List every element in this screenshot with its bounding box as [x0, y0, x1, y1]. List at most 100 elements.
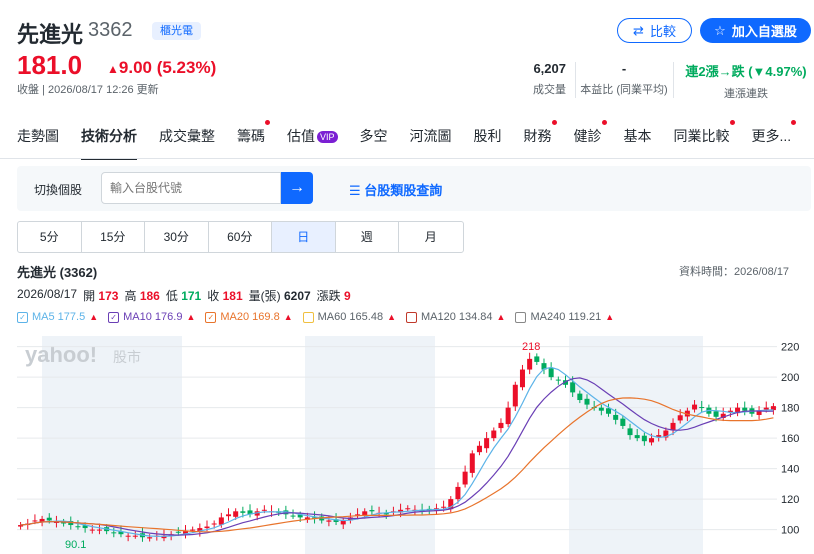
candle-body	[369, 510, 375, 512]
stock-code: 3362	[88, 19, 133, 41]
period-day[interactable]: 日	[272, 222, 336, 252]
ma60-toggle[interactable]: MA60 165.48 ▲	[302, 311, 396, 323]
candle-body	[441, 506, 447, 508]
ma20-toggle[interactable]: ✓ MA20 169.8 ▲	[205, 311, 293, 323]
nav-tabs: 走勢圖 技術分析 成交彙整 籌碼 估值 VIP 多空 河流圖 股利 財務 健診 基…	[17, 120, 813, 160]
candle-body	[692, 404, 698, 410]
current-price: 181.0	[17, 50, 83, 80]
candle-body	[147, 537, 153, 539]
candle-body	[211, 523, 217, 525]
tab-basic[interactable]: 基本	[624, 126, 652, 148]
candle-body	[204, 526, 210, 529]
stock-search-input[interactable]	[101, 172, 281, 204]
period-month[interactable]: 月	[399, 222, 463, 252]
candle-body	[455, 486, 461, 500]
chart-title: 先進光 (3362)	[17, 265, 98, 280]
streak-stat: 連2漲→跌 (▼4.97%) 連漲連跌	[685, 64, 807, 100]
vip-badge: VIP	[317, 131, 338, 144]
category-link[interactable]: ☰ 台股類股查詢	[349, 180, 442, 199]
price-change: ▲9.00 (5.23%)	[107, 58, 217, 77]
candle-body	[476, 445, 482, 453]
list-icon: ☰	[349, 183, 365, 198]
period-15min[interactable]: 15分	[82, 222, 145, 252]
period-selector: 5分 15分 30分 60分 日 週 月	[17, 221, 464, 253]
watermark-text: 股市	[113, 349, 141, 365]
period-week[interactable]: 週	[336, 222, 399, 252]
candle-body	[577, 393, 583, 401]
candle-body	[462, 471, 468, 485]
y-tick-label: 200	[781, 372, 799, 384]
period-30min[interactable]: 30分	[145, 222, 209, 252]
candle-body	[620, 418, 626, 426]
candle-body	[584, 398, 590, 405]
tab-technical[interactable]: 技術分析	[81, 126, 137, 160]
candle-body	[534, 356, 540, 362]
search-submit-button[interactable]: →	[281, 172, 313, 204]
candle-body	[505, 407, 511, 425]
candle-body	[548, 368, 554, 378]
tab-more[interactable]: 更多...	[752, 120, 797, 148]
candle-body	[326, 520, 332, 522]
tab-health[interactable]: 健診	[574, 120, 607, 148]
up-arrow-icon: ▲	[107, 62, 119, 76]
yahoo-watermark: yahoo!	[25, 342, 97, 367]
tab-divider	[0, 158, 814, 159]
ma5-toggle[interactable]: ✓ MA5 177.5 ▲	[17, 311, 98, 323]
tab-valuation[interactable]: 估值 VIP	[287, 126, 338, 148]
tab-trend[interactable]: 走勢圖	[17, 126, 59, 148]
add-watchlist-button[interactable]: ☆ 加入自選股	[700, 18, 811, 43]
ma240-toggle[interactable]: MA240 119.21 ▲	[515, 311, 614, 323]
tab-trades[interactable]: 成交彙整	[159, 126, 215, 148]
y-tick-label: 220	[781, 342, 799, 354]
candle-body	[641, 435, 647, 442]
ma-legend: ✓ MA5 177.5 ▲ ✓ MA10 176.9 ▲ ✓ MA20 169.8 ▲ MA…	[17, 311, 614, 323]
candle-body	[677, 415, 683, 421]
candle-body	[512, 384, 518, 407]
update-time: 收盤 | 2026/08/17 12:26 更新	[17, 84, 159, 96]
candle-body	[39, 518, 45, 522]
ma10-toggle[interactable]: ✓ MA10 176.9 ▲	[108, 311, 195, 323]
candle-body	[613, 414, 619, 420]
candle-body	[598, 407, 604, 411]
candlestick-chart[interactable]: yahoo! 股市 100 120 140 160 180 200 220 218 90.1	[17, 336, 811, 554]
candle-body	[699, 407, 705, 409]
candle-body	[498, 422, 504, 429]
candle-body	[634, 435, 640, 439]
tab-long-short[interactable]: 多空	[360, 126, 388, 148]
arrow-right-icon: →	[289, 179, 305, 196]
candle-body	[190, 529, 196, 531]
sector-tag[interactable]: 櫃光電	[152, 22, 201, 40]
candle-body	[261, 509, 267, 511]
candle-body	[233, 511, 239, 517]
tab-dividend[interactable]: 股利	[474, 126, 502, 148]
tab-river[interactable]: 河流圖	[410, 126, 452, 148]
period-60min[interactable]: 60分	[209, 222, 272, 252]
data-time: 資料時間：2026/08/17	[679, 266, 790, 278]
candle-body	[75, 526, 81, 528]
y-tick-label: 100	[781, 525, 799, 537]
candle-body	[713, 411, 719, 417]
period-5min[interactable]: 5分	[18, 222, 82, 252]
candle-body	[226, 514, 232, 517]
candle-body	[742, 407, 748, 411]
candle-body	[469, 453, 475, 473]
ma120-toggle[interactable]: MA120 134.84 ▲	[405, 311, 505, 323]
tab-chips[interactable]: 籌碼	[237, 120, 270, 148]
candle-body	[46, 517, 52, 521]
candle-body	[290, 515, 296, 517]
pe-stat: - 本益比 (同業平均)	[580, 61, 668, 96]
candle-body	[527, 358, 533, 370]
candle-body	[89, 529, 95, 531]
candle-body	[555, 379, 561, 381]
candle-body	[763, 407, 769, 410]
compare-button[interactable]: ⇄ 比較	[617, 18, 692, 43]
compare-icon: ⇄	[633, 22, 644, 38]
ohlc-row: 2026/08/17 開 173 高 186 低 171 收 181 量(張) …	[17, 287, 351, 303]
tab-finance[interactable]: 財務	[524, 120, 557, 148]
candle-body	[240, 511, 246, 513]
candle-body	[175, 531, 181, 533]
tab-peer[interactable]: 同業比較	[674, 120, 735, 148]
star-icon: ☆	[714, 22, 726, 38]
candle-body	[96, 529, 102, 531]
search-label: 切換個股	[34, 183, 83, 197]
